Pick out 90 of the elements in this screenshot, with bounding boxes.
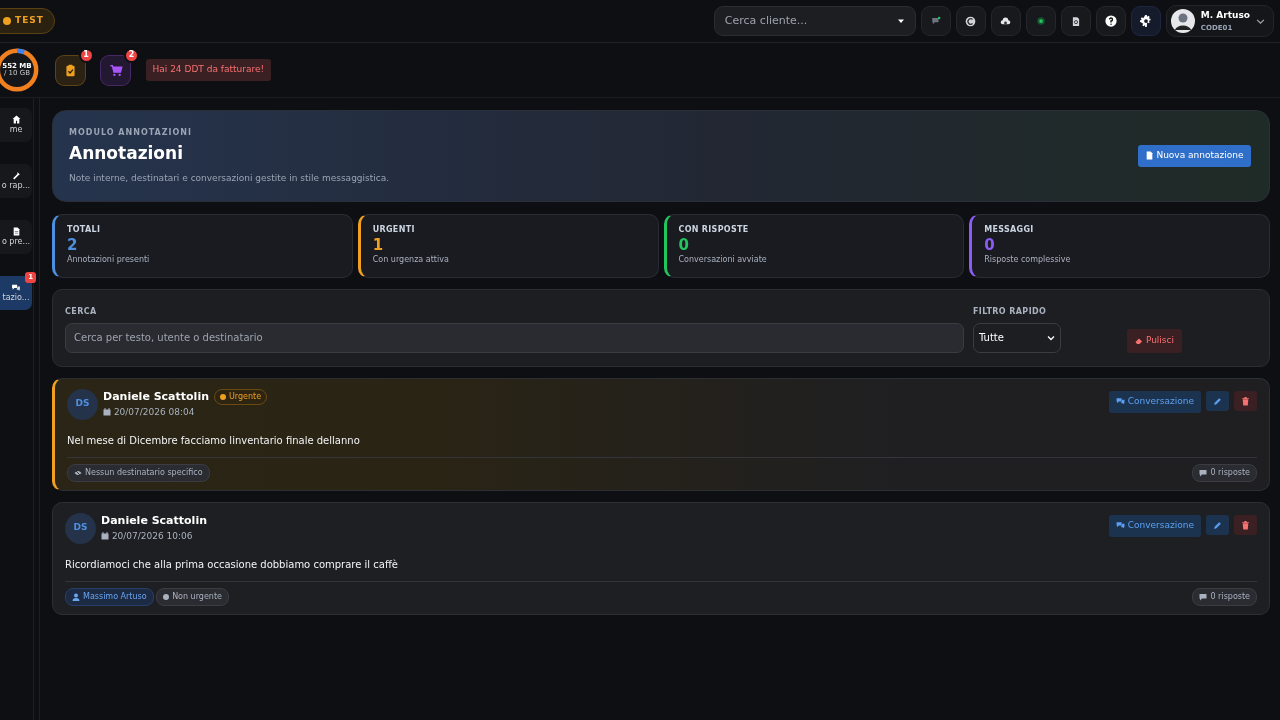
hidden-icon (74, 468, 82, 477)
avatar: DS (67, 388, 98, 420)
clipboard-button[interactable] (54, 54, 86, 86)
no-recipient-tag: Nessun destinatario specifico (67, 463, 210, 482)
stat-label: TOTALI (67, 224, 102, 236)
module-label: MODULO ANNOTAZIONI (69, 127, 193, 139)
stat-value: 2 (67, 236, 79, 254)
settings-icon (1139, 15, 1152, 27)
author-name: Daniele Scattolin (103, 389, 209, 405)
eraser-icon (1135, 336, 1143, 345)
document-icon (1070, 15, 1081, 27)
sidebar-item[interactable]: o rap... (0, 164, 32, 198)
author-name: Daniele Scattolin (101, 513, 207, 529)
sidebar-item[interactable]: o pre... (0, 220, 32, 254)
replies-count: 0 risposte (1192, 587, 1257, 606)
note-date: 20/07/2026 10:06 (101, 529, 207, 543)
delete-button[interactable] (1234, 391, 1257, 411)
notification-badge: 2 (124, 47, 139, 63)
stat-caption: Annotazioni presenti (67, 254, 151, 266)
chevron-icon (1256, 16, 1265, 26)
edit-button[interactable] (1206, 515, 1229, 535)
stat-caption: Risposte complessive (984, 254, 1072, 266)
trash-icon (1241, 520, 1250, 530)
filter-label: FILTRO RAPIDO (973, 305, 1048, 318)
toolbar-button[interactable] (1130, 6, 1161, 36)
trash-icon (1241, 396, 1250, 406)
user-name: M. Artuso (1200, 9, 1250, 22)
note-date: 20/07/2026 08:04 (103, 405, 268, 419)
replies-count: 0 risposte (1192, 463, 1257, 482)
page-title: Annotazioni (69, 142, 184, 165)
chevron-icon (1047, 333, 1055, 342)
notification-badge: 1 (78, 47, 94, 63)
status-dot-icon (3, 17, 11, 25)
note-text: Nel mese di Dicembre facciamo linventario finale dellanno (67, 433, 361, 448)
edit-button[interactable] (1206, 391, 1229, 411)
chat-icon (11, 282, 21, 292)
pencil-icon (1213, 520, 1222, 530)
help-icon (1104, 15, 1117, 27)
page-subtitle: Note interne, destinatari e conversazioni gestite in stile messaggistica. (69, 171, 390, 185)
alert-message: Hai 24 DDT da fatturare! (145, 59, 272, 81)
search-label: CERCA (65, 305, 98, 318)
toolbar-button[interactable] (990, 6, 1021, 36)
stat-label: MESSAGGI (984, 224, 1035, 236)
document-icon (11, 226, 21, 236)
toolbar-button[interactable] (1060, 6, 1091, 36)
comment-icon (1199, 468, 1208, 477)
chat-icon (1115, 521, 1125, 531)
toolbar-button[interactable] (955, 6, 986, 36)
document-icon (1144, 151, 1154, 161)
recipient-tag: Massimo Artuso (65, 587, 154, 606)
stat-value: 0 (984, 236, 996, 254)
status-dot-icon (220, 394, 226, 401)
delete-button[interactable] (1234, 515, 1257, 535)
home-icon (11, 114, 21, 124)
tools-icon (11, 170, 21, 180)
status-dot-icon (1035, 16, 1046, 26)
cloud-icon (1000, 15, 1012, 27)
clear-button[interactable]: Pulisci (1127, 329, 1182, 353)
sidebar-item[interactable]: me (0, 108, 32, 142)
stat-caption: Conversazioni avviate (678, 254, 768, 266)
chat-icon (1115, 397, 1125, 407)
user-icon (72, 592, 80, 601)
stat-value: 1 (372, 236, 385, 254)
search-field[interactable]: Cerca per testo, utente o destinatario (65, 322, 964, 353)
toolbar-button[interactable] (1095, 6, 1126, 36)
conversation-button[interactable]: Conversazione (1108, 515, 1201, 537)
note-text: Ricordiamoci che alla prima occasione dobbiamo comprare il caffè (65, 557, 399, 572)
storage-meter (0, 47, 40, 93)
pencil-icon (1213, 396, 1222, 406)
new-note-button[interactable]: Nuova annotazione (1137, 145, 1251, 167)
calendar-icon (101, 532, 109, 540)
caret-icon (896, 17, 905, 25)
stat-label: URGENTI (372, 224, 416, 236)
avatar: DS (65, 512, 96, 544)
cart-button[interactable] (100, 54, 131, 86)
client-search-dropdown[interactable]: Cerca cliente... (713, 6, 916, 36)
filter-dropdown[interactable]: Tutte (973, 322, 1061, 353)
avatar-icon (1170, 9, 1195, 33)
environment-label: TEST (15, 14, 44, 28)
comment-icon (1199, 592, 1208, 601)
stat-value: 0 (678, 236, 690, 254)
chat-icon (930, 16, 941, 26)
urgent-badge: Urgente (214, 389, 268, 406)
status-dot-icon (163, 593, 170, 600)
conversation-button[interactable]: Conversazione (1108, 391, 1201, 413)
coin-icon (965, 15, 977, 27)
stat-label: CON RISPOSTE (678, 224, 750, 236)
calendar-icon (103, 408, 111, 416)
stat-caption: Con urgenza attiva (372, 254, 450, 266)
urgency-tag: Non urgente (156, 587, 229, 606)
